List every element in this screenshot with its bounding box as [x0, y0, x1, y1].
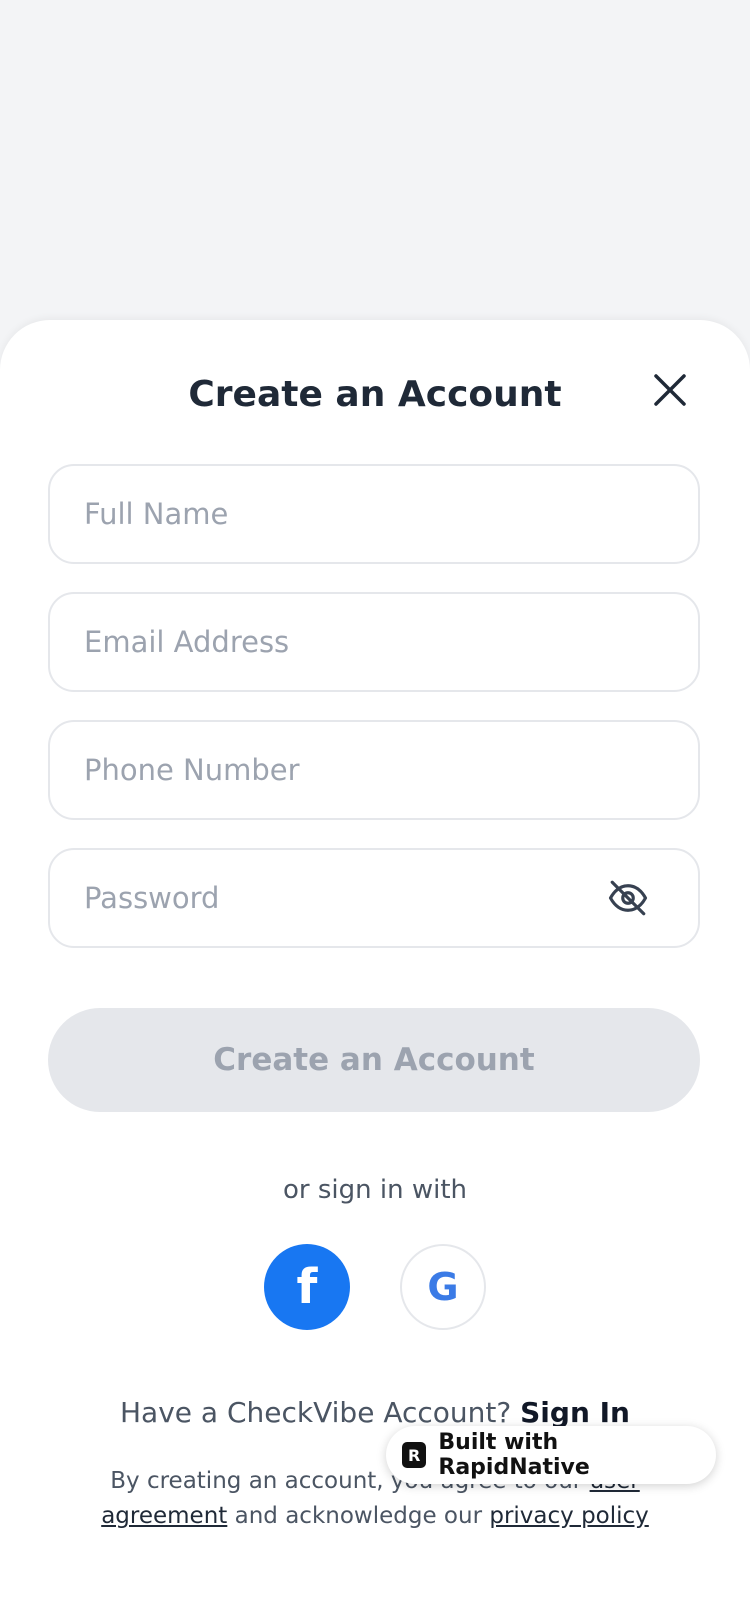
have-account-text: Have a CheckVibe Account?: [120, 1396, 512, 1429]
close-icon: [654, 374, 686, 406]
built-with-badge[interactable]: R Built with RapidNative: [386, 1426, 716, 1484]
toggle-password-visibility-button[interactable]: [604, 874, 652, 922]
privacy-policy-link[interactable]: privacy policy: [489, 1503, 648, 1529]
legal-middle: and acknowledge our: [234, 1503, 483, 1529]
phone-input[interactable]: [82, 752, 666, 788]
full-name-input[interactable]: [82, 496, 666, 532]
rapidnative-logo-icon: R: [402, 1442, 427, 1468]
have-account-row: Have a CheckVibe Account? Sign In: [0, 1396, 750, 1429]
facebook-icon: f: [296, 1259, 318, 1315]
password-input[interactable]: [82, 880, 604, 916]
email-input[interactable]: [82, 624, 666, 660]
create-account-button[interactable]: Create an Account: [48, 1008, 700, 1112]
password-field[interactable]: [48, 848, 700, 948]
eye-off-icon: [608, 880, 648, 916]
google-sign-in-button[interactable]: G: [400, 1244, 486, 1330]
close-button[interactable]: [648, 368, 692, 412]
phone-field[interactable]: [48, 720, 700, 820]
or-sign-in-label: or sign in with: [282, 1175, 467, 1205]
email-field[interactable]: [48, 592, 700, 692]
full-name-field[interactable]: [48, 464, 700, 564]
badge-text: Built with RapidNative: [438, 1430, 590, 1480]
facebook-sign-in-button[interactable]: f: [264, 1244, 350, 1330]
page-title: Create an Account: [188, 374, 562, 415]
google-icon: G: [427, 1265, 459, 1309]
sign-in-link[interactable]: Sign In: [520, 1396, 630, 1429]
